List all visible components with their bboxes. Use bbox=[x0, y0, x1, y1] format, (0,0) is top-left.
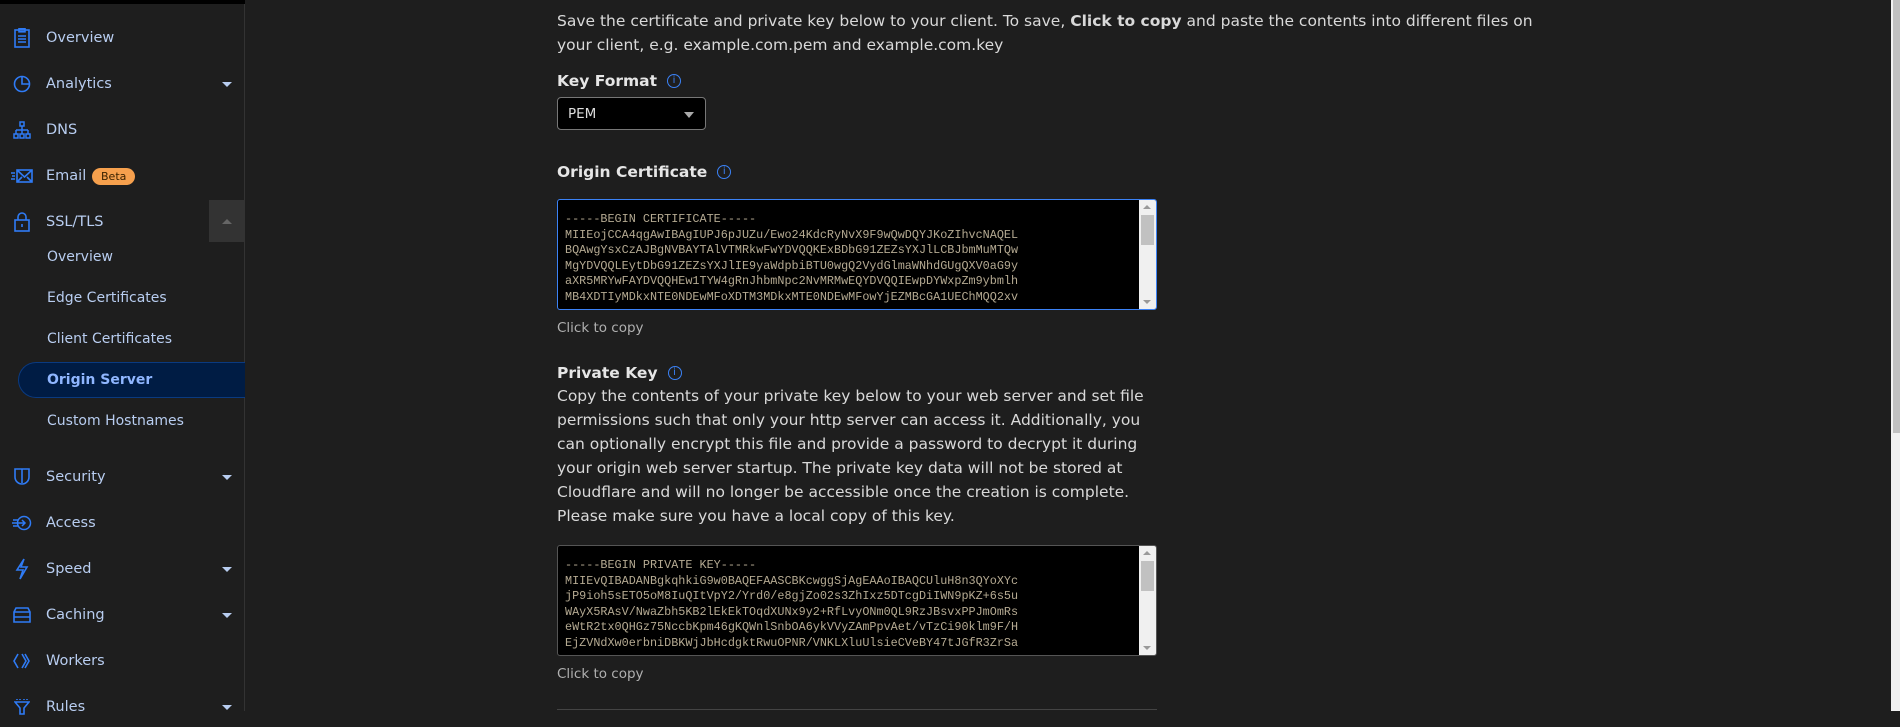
private-key-textarea[interactable]: -----BEGIN PRIVATE KEY----- MIIEvQIBADAN… bbox=[557, 545, 1157, 656]
copy-private-key-link[interactable]: Click to copy bbox=[557, 666, 644, 682]
funnel-icon bbox=[10, 695, 34, 719]
divider bbox=[557, 709, 1157, 710]
textarea-scrollbar[interactable] bbox=[1139, 546, 1156, 655]
sidebar-item-security[interactable]: Security bbox=[0, 457, 245, 497]
chevron-down-icon bbox=[222, 81, 232, 87]
key-format-heading: Key Format i bbox=[557, 72, 682, 90]
key-format-select[interactable]: PEM bbox=[557, 97, 706, 130]
chevron-down-icon bbox=[222, 612, 232, 618]
textarea-scrollbar[interactable] bbox=[1139, 200, 1156, 309]
sidebar: Overview Analytics DNS Email Beta SSL/TL… bbox=[0, 4, 245, 715]
info-icon[interactable]: i bbox=[667, 74, 682, 88]
info-icon[interactable]: i bbox=[717, 165, 732, 179]
beta-badge: Beta bbox=[92, 167, 136, 185]
chevron-down-icon bbox=[222, 474, 232, 480]
page-scrollbar-thumb[interactable] bbox=[1893, 0, 1900, 433]
lightning-icon bbox=[10, 557, 34, 581]
email-icon bbox=[10, 164, 34, 188]
sidebar-item-caching[interactable]: Caching bbox=[0, 595, 245, 635]
chevron-up-icon bbox=[222, 218, 232, 224]
copy-certificate-link[interactable]: Click to copy bbox=[557, 320, 644, 336]
sidebar-subitem-overview[interactable]: Overview bbox=[0, 239, 245, 275]
origin-certificate-textarea[interactable]: -----BEGIN CERTIFICATE----- MIIEojCCA4qg… bbox=[557, 199, 1157, 310]
origin-certificate-heading: Origin Certificate i bbox=[557, 163, 732, 181]
sidebar-item-dns[interactable]: DNS bbox=[0, 110, 245, 150]
collapse-ssl-button[interactable] bbox=[209, 200, 245, 242]
sidebar-subitem-custom-hostnames[interactable]: Custom Hostnames bbox=[0, 403, 245, 439]
access-icon bbox=[10, 511, 34, 535]
sidebar-item-overview[interactable]: Overview bbox=[0, 18, 245, 58]
sidebar-item-workers[interactable]: Workers bbox=[0, 641, 245, 681]
sidebar-item-email[interactable]: Email Beta bbox=[0, 156, 245, 196]
server-icon bbox=[10, 603, 34, 627]
workers-icon bbox=[10, 649, 34, 673]
info-icon[interactable]: i bbox=[667, 366, 682, 380]
network-icon bbox=[10, 118, 34, 142]
intro-text: Save the certificate and private key bel… bbox=[557, 12, 1533, 54]
sidebar-item-analytics[interactable]: Analytics bbox=[0, 64, 245, 104]
clipboard-icon bbox=[10, 26, 34, 50]
lock-icon bbox=[10, 210, 34, 234]
sidebar-item-rules[interactable]: Rules bbox=[0, 687, 245, 727]
private-key-heading: Private Key i bbox=[557, 364, 682, 382]
sidebar-subitem-origin-server[interactable]: Origin Server bbox=[18, 362, 245, 398]
chevron-down-icon bbox=[222, 704, 232, 710]
chevron-down-icon bbox=[684, 112, 694, 118]
sidebar-item-speed[interactable]: Speed bbox=[0, 549, 245, 589]
sidebar-subitem-client-certificates[interactable]: Client Certificates bbox=[0, 321, 245, 357]
chevron-down-icon bbox=[222, 566, 232, 572]
sidebar-subitem-edge-certificates[interactable]: Edge Certificates bbox=[0, 280, 245, 316]
shield-icon bbox=[10, 465, 34, 489]
sidebar-item-access[interactable]: Access bbox=[0, 503, 245, 543]
pie-chart-icon bbox=[10, 72, 34, 96]
private-key-description: Copy the contents of your private key be… bbox=[557, 387, 1144, 525]
page-scrollbar[interactable] bbox=[1891, 0, 1900, 711]
